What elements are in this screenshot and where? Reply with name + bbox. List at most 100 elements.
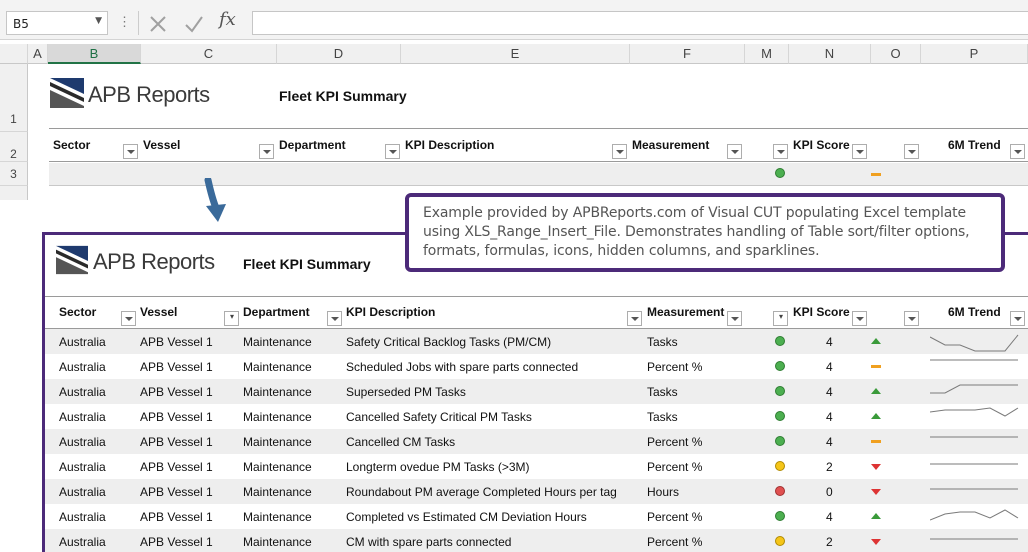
column-header-c[interactable]: C bbox=[141, 44, 277, 64]
check-icon[interactable] bbox=[182, 12, 206, 36]
function-icon[interactable]: fx bbox=[219, 9, 236, 30]
header-sector: Sector bbox=[59, 305, 97, 319]
cell-measurement: Tasks bbox=[647, 385, 678, 399]
cell-sector: Australia bbox=[59, 410, 106, 424]
cell-sector: Australia bbox=[59, 360, 106, 374]
report-title: Fleet KPI Summary bbox=[243, 256, 371, 272]
cell-vessel: APB Vessel 1 bbox=[140, 535, 213, 549]
column-header-n[interactable]: N bbox=[789, 44, 871, 64]
column-header-e[interactable]: E bbox=[401, 44, 630, 64]
cell-kpi-score: 2 bbox=[826, 535, 833, 549]
filter-kpi-button[interactable] bbox=[612, 144, 627, 159]
sparkline bbox=[930, 509, 1019, 521]
cell-kpi-score: 4 bbox=[826, 435, 833, 449]
cell-kpi-score: 4 bbox=[826, 410, 833, 424]
column-header-m[interactable]: M bbox=[745, 44, 789, 64]
filter-kpi-button[interactable] bbox=[627, 311, 642, 326]
row-header-1[interactable]: 1 bbox=[0, 64, 28, 132]
header-vessel: Vessel bbox=[140, 305, 178, 319]
trend-up-icon bbox=[871, 513, 881, 519]
report-title: Fleet KPI Summary bbox=[279, 88, 407, 104]
header-top-border bbox=[45, 296, 1028, 297]
status-dot-icon bbox=[775, 436, 785, 446]
filter-score-button[interactable] bbox=[852, 144, 867, 159]
header-trend: 6M Trend bbox=[948, 305, 1001, 319]
filter-trend-button[interactable] bbox=[1010, 311, 1025, 326]
header-department: Department bbox=[243, 305, 310, 319]
row-header-3[interactable]: 3 bbox=[0, 162, 28, 186]
header-trend: 6M Trend bbox=[948, 138, 1001, 152]
filter-score-button[interactable] bbox=[852, 311, 867, 326]
cell-department: Maintenance bbox=[243, 460, 312, 474]
filter-measurement-button[interactable] bbox=[727, 144, 742, 159]
cell-vessel: APB Vessel 1 bbox=[140, 385, 213, 399]
formula-bar: B5 ▼ ⋮ fx bbox=[0, 0, 1028, 40]
cell-kpi-description: Cancelled Safety Critical PM Tasks bbox=[346, 410, 532, 424]
filter-status-active-button[interactable] bbox=[773, 311, 788, 326]
cell-sector: Australia bbox=[59, 385, 106, 399]
row-header-gap bbox=[0, 186, 28, 200]
formula-input[interactable] bbox=[252, 11, 1028, 35]
cancel-icon[interactable] bbox=[146, 12, 170, 36]
select-all-corner[interactable] bbox=[0, 44, 28, 64]
cell-measurement: Percent % bbox=[647, 460, 703, 474]
cell-sector: Australia bbox=[59, 485, 106, 499]
trend-flat-icon bbox=[871, 173, 881, 176]
cell-vessel: APB Vessel 1 bbox=[140, 435, 213, 449]
brand-name: APB Reports bbox=[88, 82, 210, 107]
template-row[interactable] bbox=[49, 163, 1028, 185]
header-kpi-score: KPI Score bbox=[793, 305, 850, 319]
cell-vessel: APB Vessel 1 bbox=[140, 460, 213, 474]
column-header-b[interactable]: B bbox=[48, 44, 141, 64]
trend-up-icon bbox=[871, 388, 881, 394]
column-header-p[interactable]: P bbox=[921, 44, 1028, 64]
trend-down-icon bbox=[871, 489, 881, 495]
cell-kpi-score: 4 bbox=[826, 510, 833, 524]
column-header-d[interactable]: D bbox=[277, 44, 401, 64]
cell-sector: Australia bbox=[59, 335, 106, 349]
name-box[interactable]: B5 ▼ bbox=[6, 11, 108, 35]
cell-department: Maintenance bbox=[243, 435, 312, 449]
cell-sector: Australia bbox=[59, 510, 106, 524]
cell-vessel: APB Vessel 1 bbox=[140, 335, 213, 349]
header-bottom-border bbox=[49, 161, 1028, 162]
filter-indicator-button[interactable] bbox=[904, 144, 919, 159]
cell-kpi-score: 4 bbox=[826, 385, 833, 399]
header-vessel: Vessel bbox=[143, 138, 181, 152]
filter-department-button[interactable] bbox=[327, 311, 342, 326]
cell-measurement: Hours bbox=[647, 485, 680, 499]
filter-vessel-button[interactable] bbox=[259, 144, 274, 159]
column-header-a[interactable]: A bbox=[28, 44, 48, 64]
cell-vessel: APB Vessel 1 bbox=[140, 410, 213, 424]
filter-status-button[interactable] bbox=[773, 144, 788, 159]
filter-trend-button[interactable] bbox=[1010, 144, 1025, 159]
sparkline bbox=[930, 334, 1019, 352]
cell-department: Maintenance bbox=[243, 485, 312, 499]
filter-vessel-active-button[interactable] bbox=[224, 311, 239, 326]
column-header-o[interactable]: O bbox=[871, 44, 921, 64]
divider bbox=[138, 11, 139, 35]
chevron-down-icon[interactable]: ▼ bbox=[95, 16, 102, 26]
sparkline bbox=[930, 407, 1019, 417]
row-border bbox=[49, 185, 1028, 186]
excel-window: B5 ▼ ⋮ fx ABCDEFMNOP 1 2 3 APB Reports F… bbox=[0, 0, 1028, 552]
column-header-f[interactable]: F bbox=[630, 44, 745, 64]
cell-sector: Australia bbox=[59, 460, 106, 474]
cell-department: Maintenance bbox=[243, 510, 312, 524]
cell-sector: Australia bbox=[59, 535, 106, 549]
filter-sector-button[interactable] bbox=[121, 311, 136, 326]
filter-measurement-button[interactable] bbox=[727, 311, 742, 326]
filter-indicator-button[interactable] bbox=[904, 311, 919, 326]
sparkline bbox=[930, 488, 1018, 490]
filter-sector-button[interactable] bbox=[123, 144, 138, 159]
header-department: Department bbox=[279, 138, 346, 152]
cell-vessel: APB Vessel 1 bbox=[140, 510, 213, 524]
cell-sector: Australia bbox=[59, 435, 106, 449]
name-box-value: B5 bbox=[13, 17, 29, 31]
cell-measurement: Tasks bbox=[647, 335, 678, 349]
more-options-icon[interactable]: ⋮ bbox=[118, 14, 131, 30]
row-header-2[interactable]: 2 bbox=[0, 132, 28, 162]
filter-department-button[interactable] bbox=[385, 144, 400, 159]
cell-kpi-score: 2 bbox=[826, 460, 833, 474]
callout-note: Example provided by APBReports.com of Vi… bbox=[405, 193, 1005, 272]
